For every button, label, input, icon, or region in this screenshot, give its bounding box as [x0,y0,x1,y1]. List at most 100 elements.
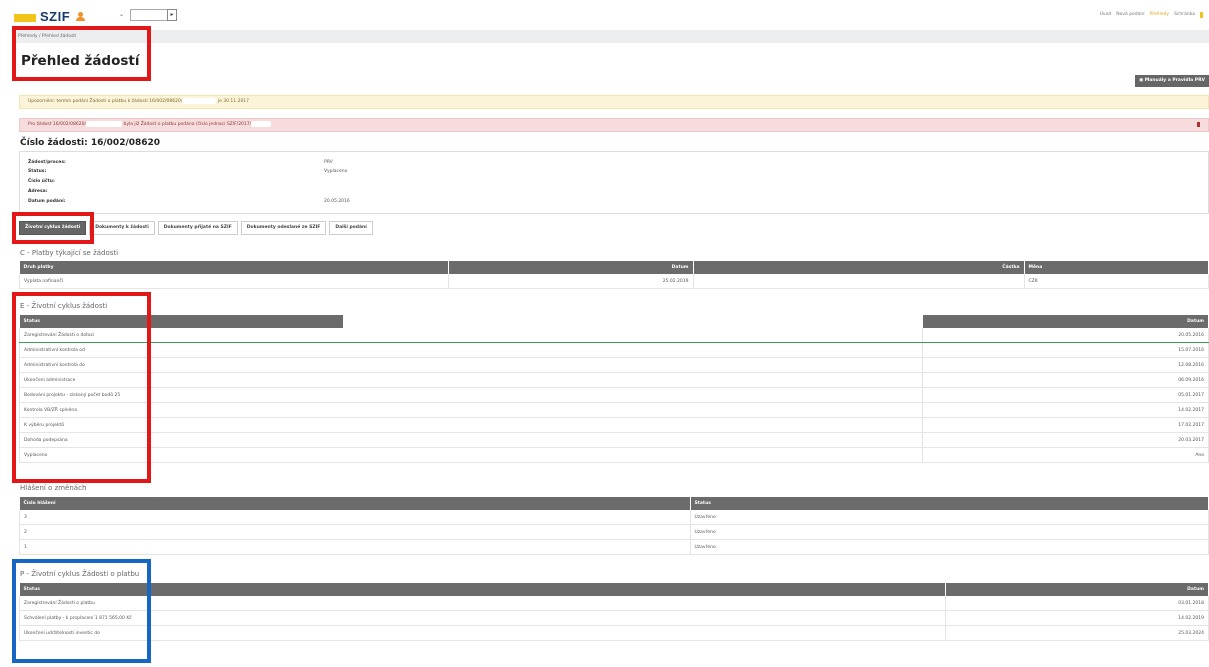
table-row: Kontrola VB/ZŘ splněna 14.02.2017 [19,402,1209,418]
table-row: Dohoda podepsána 20.03.2017 [19,432,1209,448]
column-header[interactable]: Datum [448,261,694,274]
tab-documents[interactable]: Dokumenty k žádosti [89,221,155,235]
table-row: Zaregistrování Žádosti o dotaci 20.05.201… [19,328,1209,343]
table-cell: Výplata nafinančí [19,274,449,289]
table-row: Administrativní kontrola do 12.08.2016 [19,357,1209,373]
info-value: Vyplaceno [324,169,348,174]
table-cell: Uzavřeno [690,539,1209,555]
highlight-box-blue [12,559,151,663]
table-cell: 17.02.2017 [922,417,1209,433]
info-value: 20.05.2016 [324,199,350,204]
flag-icon [1200,12,1203,18]
table-cell: 14.02.2019 [945,610,1209,626]
table-cell: 15.07.2016 [922,342,1209,358]
redacted-block [86,120,123,127]
info-label: Datum podání: [28,199,66,204]
table-row: Bodování projektu - získaný počet bodů 2… [19,387,1209,403]
table-cell: 20.03.2017 [922,432,1209,448]
column-header[interactable]: Měna [1024,261,1209,274]
table-cell: Dohoda podepsána [19,432,923,448]
redacted-block [182,97,217,104]
table-cell: 3 [19,510,691,525]
table-cell: 05.01.2017 [922,387,1209,403]
table-cell: 1 [19,539,691,555]
info-label: Žádost/proces: [28,160,66,165]
column-header[interactable]: Číslo hlášení [19,497,691,510]
table-cell: Ano [922,447,1209,463]
nav-item-nova-podani[interactable]: Nová podání [1116,12,1144,18]
manuals-button-label: Manuály a Pravidla PRV [1144,78,1206,83]
table-cell: Ukončení udržitelnosti investic do [19,625,946,641]
application-number: Číslo žádosti: 16/002/08620 [20,138,161,148]
info-label: Adresa: [28,189,48,194]
table-cell: Administrativní kontrola do [19,357,923,373]
tab-documents-received[interactable]: Dokumenty přijaté na SZIF [157,221,238,235]
nav-item-prehledy[interactable]: Přehledy [1150,12,1170,18]
table-cell: Administrativní kontrola od [19,342,923,358]
nav-item-schranka[interactable]: Schránka [1174,12,1195,18]
column-header [343,315,923,328]
table-cell [693,274,1025,289]
logo-bar [14,14,36,22]
column-header[interactable]: Datum [922,315,1209,328]
table-cell: 12.08.2016 [922,357,1209,373]
search-input[interactable] [130,9,168,21]
chevron-down-icon[interactable]: ⌄ [119,11,124,18]
table-cell: Zaregistrování Žádosti o dotaci [19,328,923,343]
table-cell: Vyplaceno [19,447,923,463]
table-cell: CZK [1024,274,1209,289]
table-cell: 25.03.2024 [945,625,1209,641]
highlight-box-red [12,292,151,483]
payments-table: Druh platby Datum Částka Měna Výplata na… [19,261,1209,289]
table-cell: 20.05.2016 [922,328,1209,343]
column-header[interactable]: Status [690,497,1209,510]
deadline-alert: Upozornění: termín podání Žádosti o plat… [19,95,1209,109]
trash-icon[interactable] [1197,122,1200,127]
lifecycle-table: Status Datum Zaregistrování Žádosti o do… [19,315,1209,463]
top-bar: SZIF ⌄ ▸ Úvod Nová podání Přehledy Schrá… [0,0,1209,30]
logo[interactable]: SZIF [14,9,86,24]
tab-other-submissions[interactable]: Další podání [329,221,373,235]
column-header[interactable]: Druh platby [19,261,449,274]
payment-alert: Pro žádost 16/002/08620/ byla již Žádost… [19,118,1209,132]
table-cell: Uzavřeno [690,510,1209,525]
column-header[interactable]: Datum [945,583,1209,596]
table-cell: 25.02.2019 [448,274,694,289]
table-cell: Ukončení administrace [19,372,923,388]
info-value: PRV [324,160,333,165]
logo-text: SZIF [40,9,71,24]
table-row: 2 Uzavřeno [19,524,1209,540]
table-row: Vyplaceno Ano [19,447,1209,463]
breadcrumb[interactable]: Přehledy / Přehled žádostí [14,30,1209,43]
highlight-box-red [12,26,151,81]
table-cell: Zaregistrování Žádosti o platbu [19,596,946,611]
table-row: Schválení platby - k proplacení 1 871 56… [19,610,1209,626]
user-icon[interactable] [76,11,86,22]
table-row: 3 Uzavřeno [19,510,1209,525]
payment-alert-text-2: byla již Žádost o platbu podána (číslo j… [123,122,252,127]
manuals-button[interactable]: ▣ Manuály a Pravidla PRV [1135,75,1209,87]
table-cell: 03.01.2018 [945,596,1209,611]
application-info: Žádost/proces: PRV Status: Vyplaceno Číslo… [19,151,1209,214]
table-cell: 06.09.2016 [922,372,1209,388]
table-row: Administrativní kontrola od 15.07.2016 [19,342,1209,358]
table-cell: Uzavřeno [690,524,1209,540]
tab-documents-sent[interactable]: Dokumenty odeslané ze SZIF [240,221,327,235]
table-cell: Bodování projektu - získaný počet bodů 2… [19,387,923,403]
changes-section-title: Hlášení o změnách [20,484,87,492]
table-cell: Schválení platby - k proplacení 1 871 56… [19,610,946,626]
go-button[interactable]: ▸ [167,9,177,21]
table-cell: 2 [19,524,691,540]
table-row: Ukončení udržitelnosti investic do 25.03.… [19,625,1209,641]
changes-table: Číslo hlášení Status 3 Uzavřeno 2 Uzavřeno… [19,497,1209,555]
table-cell: K výběru projektů [19,417,923,433]
payment-alert-text: Pro žádost 16/002/08620/ [28,122,87,127]
table-row: Ukončení administrace 06.09.2016 [19,372,1209,388]
nav-item-uvod[interactable]: Úvod [1100,12,1112,18]
column-header[interactable]: Částka [693,261,1025,274]
deadline-alert-date: je 30.11.2017 [217,99,250,104]
payment-lifecycle-table: Status Datum Zaregistrování Žádosti o pl… [19,583,1209,641]
column-header[interactable]: Status [19,583,946,596]
table-cell: Kontrola VB/ZŘ splněna [19,402,923,418]
redacted-block [251,120,272,127]
